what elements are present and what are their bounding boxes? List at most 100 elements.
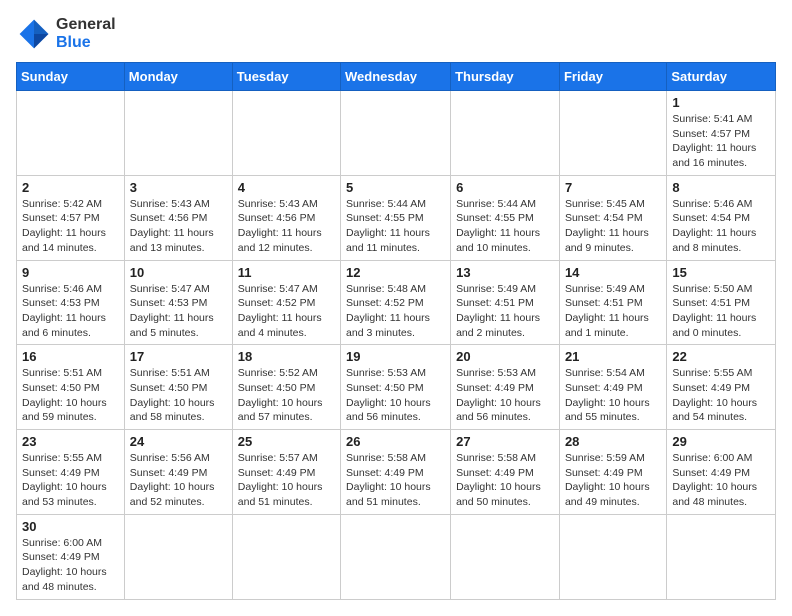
day-number: 5 (346, 180, 445, 195)
calendar-cell: 15 Sunrise: 5:50 AM Sunset: 4:51 PM Dayli… (667, 260, 776, 345)
day-number: 15 (672, 265, 770, 280)
day-info: Sunrise: 5:58 AM Sunset: 4:49 PM Dayligh… (456, 451, 554, 510)
day-number: 12 (346, 265, 445, 280)
calendar-cell: 13Sunrise: 5:49 AM Sunset: 4:51 PM Dayli… (451, 260, 560, 345)
calendar-cell: 4Sunrise: 5:43 AM Sunset: 4:56 PM Daylig… (232, 175, 340, 260)
day-number: 16 (22, 349, 119, 364)
calendar-cell: 17 Sunrise: 5:51 AM Sunset: 4:50 PM Dayli… (124, 345, 232, 430)
day-number: 13 (456, 265, 554, 280)
day-number: 27 (456, 434, 554, 449)
day-info: Sunrise: 5:44 AM Sunset: 4:55 PM Dayligh… (456, 197, 554, 256)
calendar-cell (559, 91, 666, 176)
day-info: Sunrise: 5:45 AM Sunset: 4:54 PM Dayligh… (565, 197, 661, 256)
day-info: Sunrise: 5:57 AM Sunset: 4:49 PM Dayligh… (238, 451, 335, 510)
calendar-week-5: 30 Sunrise: 6:00 AM Sunset: 4:49 PM Dayli… (17, 514, 776, 599)
day-info: Sunrise: 6:00 AM Sunset: 4:49 PM Dayligh… (672, 451, 770, 510)
calendar-cell (451, 91, 560, 176)
day-number: 9 (22, 265, 119, 280)
calendar-cell (232, 91, 340, 176)
day-info: Sunrise: 5:43 AM Sunset: 4:56 PM Dayligh… (238, 197, 335, 256)
calendar-cell: 16 Sunrise: 5:51 AM Sunset: 4:50 PM Dayli… (17, 345, 125, 430)
day-info: Sunrise: 5:53 AM Sunset: 4:49 PM Dayligh… (456, 366, 554, 425)
calendar-cell: 1 Sunrise: 5:41 AM Sunset: 4:57 PM Daylig… (667, 91, 776, 176)
logo: General Blue (16, 16, 116, 52)
calendar-cell: 27 Sunrise: 5:58 AM Sunset: 4:49 PM Dayli… (451, 430, 560, 515)
calendar-cell: 25 Sunrise: 5:57 AM Sunset: 4:49 PM Dayli… (232, 430, 340, 515)
day-info: Sunrise: 5:48 AM Sunset: 4:52 PM Dayligh… (346, 282, 445, 341)
day-info: Sunrise: 5:47 AM Sunset: 4:52 PM Dayligh… (238, 282, 335, 341)
day-info: Sunrise: 5:52 AM Sunset: 4:50 PM Dayligh… (238, 366, 335, 425)
day-info: Sunrise: 5:41 AM Sunset: 4:57 PM Dayligh… (672, 112, 770, 171)
calendar-cell (667, 514, 776, 599)
day-number: 11 (238, 265, 335, 280)
day-number: 3 (130, 180, 227, 195)
day-number: 26 (346, 434, 445, 449)
logo-text: General Blue (56, 16, 116, 52)
day-info: Sunrise: 5:42 AM Sunset: 4:57 PM Dayligh… (22, 197, 119, 256)
day-number: 29 (672, 434, 770, 449)
calendar-week-0: 1 Sunrise: 5:41 AM Sunset: 4:57 PM Daylig… (17, 91, 776, 176)
calendar-cell: 9 Sunrise: 5:46 AM Sunset: 4:53 PM Daylig… (17, 260, 125, 345)
col-header-monday: Monday (124, 63, 232, 91)
day-info: Sunrise: 5:59 AM Sunset: 4:49 PM Dayligh… (565, 451, 661, 510)
col-header-sunday: Sunday (17, 63, 125, 91)
day-info: Sunrise: 5:55 AM Sunset: 4:49 PM Dayligh… (22, 451, 119, 510)
calendar-cell: 23 Sunrise: 5:55 AM Sunset: 4:49 PM Dayli… (17, 430, 125, 515)
day-number: 6 (456, 180, 554, 195)
day-number: 17 (130, 349, 227, 364)
day-info: Sunrise: 5:50 AM Sunset: 4:51 PM Dayligh… (672, 282, 770, 341)
calendar-cell (124, 514, 232, 599)
col-header-tuesday: Tuesday (232, 63, 340, 91)
day-info: Sunrise: 5:54 AM Sunset: 4:49 PM Dayligh… (565, 366, 661, 425)
calendar-cell: 7 Sunrise: 5:45 AM Sunset: 4:54 PM Daylig… (559, 175, 666, 260)
col-header-thursday: Thursday (451, 63, 560, 91)
calendar-cell: 3 Sunrise: 5:43 AM Sunset: 4:56 PM Daylig… (124, 175, 232, 260)
page-header: General Blue (16, 16, 776, 52)
day-number: 25 (238, 434, 335, 449)
day-number: 2 (22, 180, 119, 195)
day-info: Sunrise: 5:56 AM Sunset: 4:49 PM Dayligh… (130, 451, 227, 510)
col-header-wednesday: Wednesday (341, 63, 451, 91)
calendar-cell: 2 Sunrise: 5:42 AM Sunset: 4:57 PM Daylig… (17, 175, 125, 260)
calendar-cell (124, 91, 232, 176)
calendar-cell (341, 514, 451, 599)
day-number: 30 (22, 519, 119, 534)
calendar-cell: 5 Sunrise: 5:44 AM Sunset: 4:55 PM Daylig… (341, 175, 451, 260)
day-info: Sunrise: 5:49 AM Sunset: 4:51 PM Dayligh… (565, 282, 661, 341)
day-info: Sunrise: 5:53 AM Sunset: 4:50 PM Dayligh… (346, 366, 445, 425)
calendar-week-3: 16 Sunrise: 5:51 AM Sunset: 4:50 PM Dayli… (17, 345, 776, 430)
calendar-week-4: 23 Sunrise: 5:55 AM Sunset: 4:49 PM Dayli… (17, 430, 776, 515)
day-info: Sunrise: 5:46 AM Sunset: 4:53 PM Dayligh… (22, 282, 119, 341)
calendar-cell: 30 Sunrise: 6:00 AM Sunset: 4:49 PM Dayli… (17, 514, 125, 599)
day-number: 10 (130, 265, 227, 280)
day-info: Sunrise: 5:43 AM Sunset: 4:56 PM Dayligh… (130, 197, 227, 256)
day-number: 28 (565, 434, 661, 449)
day-info: Sunrise: 5:44 AM Sunset: 4:55 PM Dayligh… (346, 197, 445, 256)
calendar-cell: 21Sunrise: 5:54 AM Sunset: 4:49 PM Dayli… (559, 345, 666, 430)
calendar-cell: 18 Sunrise: 5:52 AM Sunset: 4:50 PM Dayli… (232, 345, 340, 430)
col-header-friday: Friday (559, 63, 666, 91)
calendar-cell (17, 91, 125, 176)
day-info: Sunrise: 5:51 AM Sunset: 4:50 PM Dayligh… (130, 366, 227, 425)
calendar-cell: 22Sunrise: 5:55 AM Sunset: 4:49 PM Dayli… (667, 345, 776, 430)
day-number: 20 (456, 349, 554, 364)
day-number: 7 (565, 180, 661, 195)
calendar-cell: 28 Sunrise: 5:59 AM Sunset: 4:49 PM Dayli… (559, 430, 666, 515)
day-number: 1 (672, 95, 770, 110)
day-info: Sunrise: 5:46 AM Sunset: 4:54 PM Dayligh… (672, 197, 770, 256)
day-number: 14 (565, 265, 661, 280)
calendar-cell: 20 Sunrise: 5:53 AM Sunset: 4:49 PM Dayli… (451, 345, 560, 430)
calendar-cell: 6 Sunrise: 5:44 AM Sunset: 4:55 PM Daylig… (451, 175, 560, 260)
calendar-cell: 10Sunrise: 5:47 AM Sunset: 4:53 PM Dayli… (124, 260, 232, 345)
day-info: Sunrise: 5:55 AM Sunset: 4:49 PM Dayligh… (672, 366, 770, 425)
day-info: Sunrise: 5:51 AM Sunset: 4:50 PM Dayligh… (22, 366, 119, 425)
day-number: 23 (22, 434, 119, 449)
day-info: Sunrise: 5:58 AM Sunset: 4:49 PM Dayligh… (346, 451, 445, 510)
calendar-cell (451, 514, 560, 599)
calendar-cell (559, 514, 666, 599)
day-number: 18 (238, 349, 335, 364)
calendar-table: SundayMondayTuesdayWednesdayThursdayFrid… (16, 62, 776, 600)
day-info: Sunrise: 6:00 AM Sunset: 4:49 PM Dayligh… (22, 536, 119, 595)
day-number: 24 (130, 434, 227, 449)
calendar-cell: 8Sunrise: 5:46 AM Sunset: 4:54 PM Daylig… (667, 175, 776, 260)
